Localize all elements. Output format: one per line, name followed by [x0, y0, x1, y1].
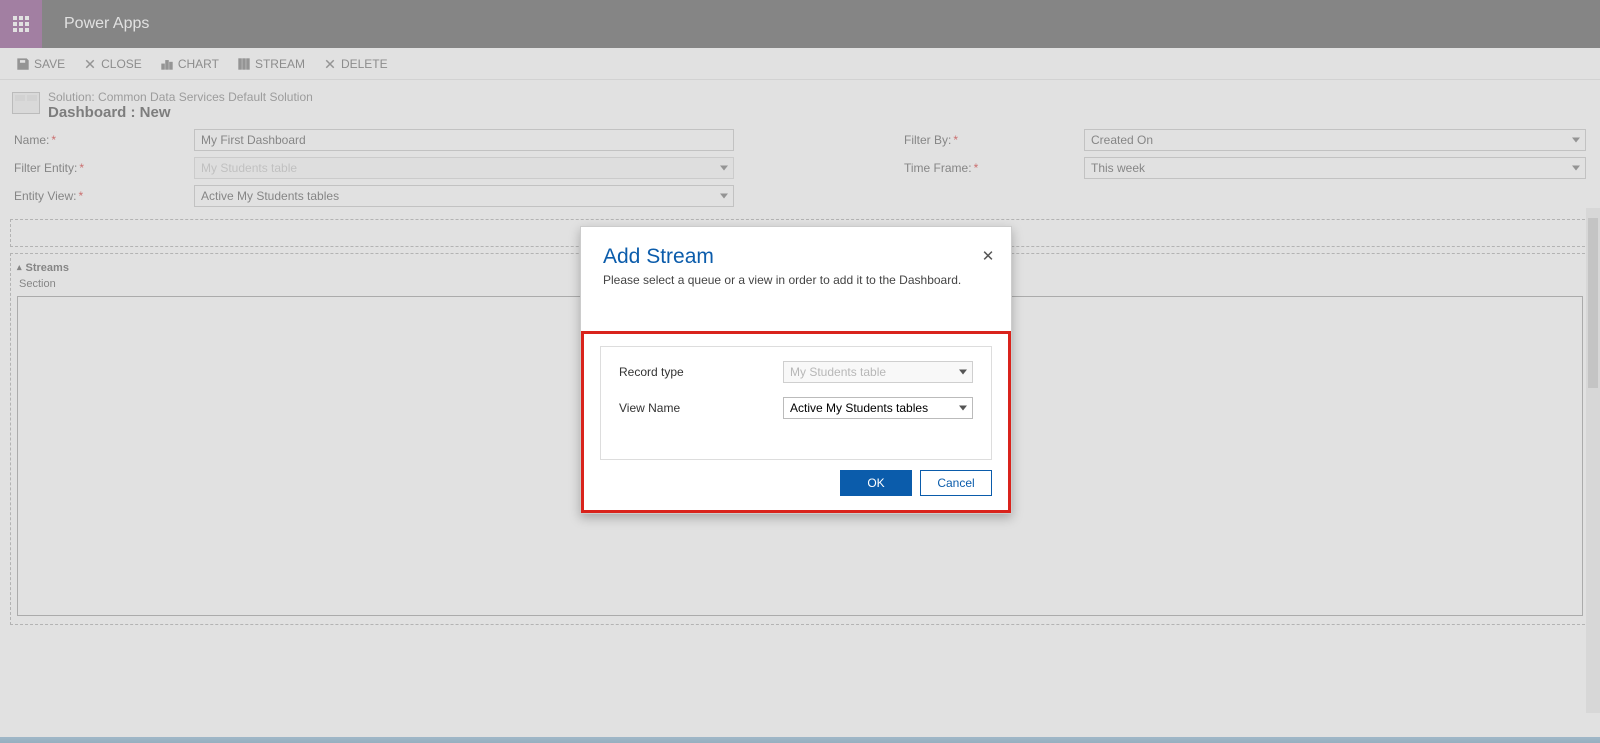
dialog-subtitle: Please select a queue or a view in order… [603, 273, 989, 287]
view-name-label: View Name [619, 401, 783, 415]
close-icon: ✕ [982, 247, 995, 265]
record-type-label: Record type [619, 365, 783, 379]
ok-button[interactable]: OK [840, 470, 912, 496]
dialog-highlight: Record type My Students table View Name … [581, 331, 1011, 513]
add-stream-dialog: Add Stream Please select a queue or a vi… [580, 226, 1012, 514]
dialog-field-group: Record type My Students table View Name … [600, 346, 992, 460]
view-name-select[interactable]: Active My Students tables [783, 397, 973, 419]
cancel-button[interactable]: Cancel [920, 470, 992, 496]
dialog-close-button[interactable]: ✕ [979, 247, 997, 265]
dialog-title: Add Stream [603, 245, 989, 269]
record-type-select: My Students table [783, 361, 973, 383]
